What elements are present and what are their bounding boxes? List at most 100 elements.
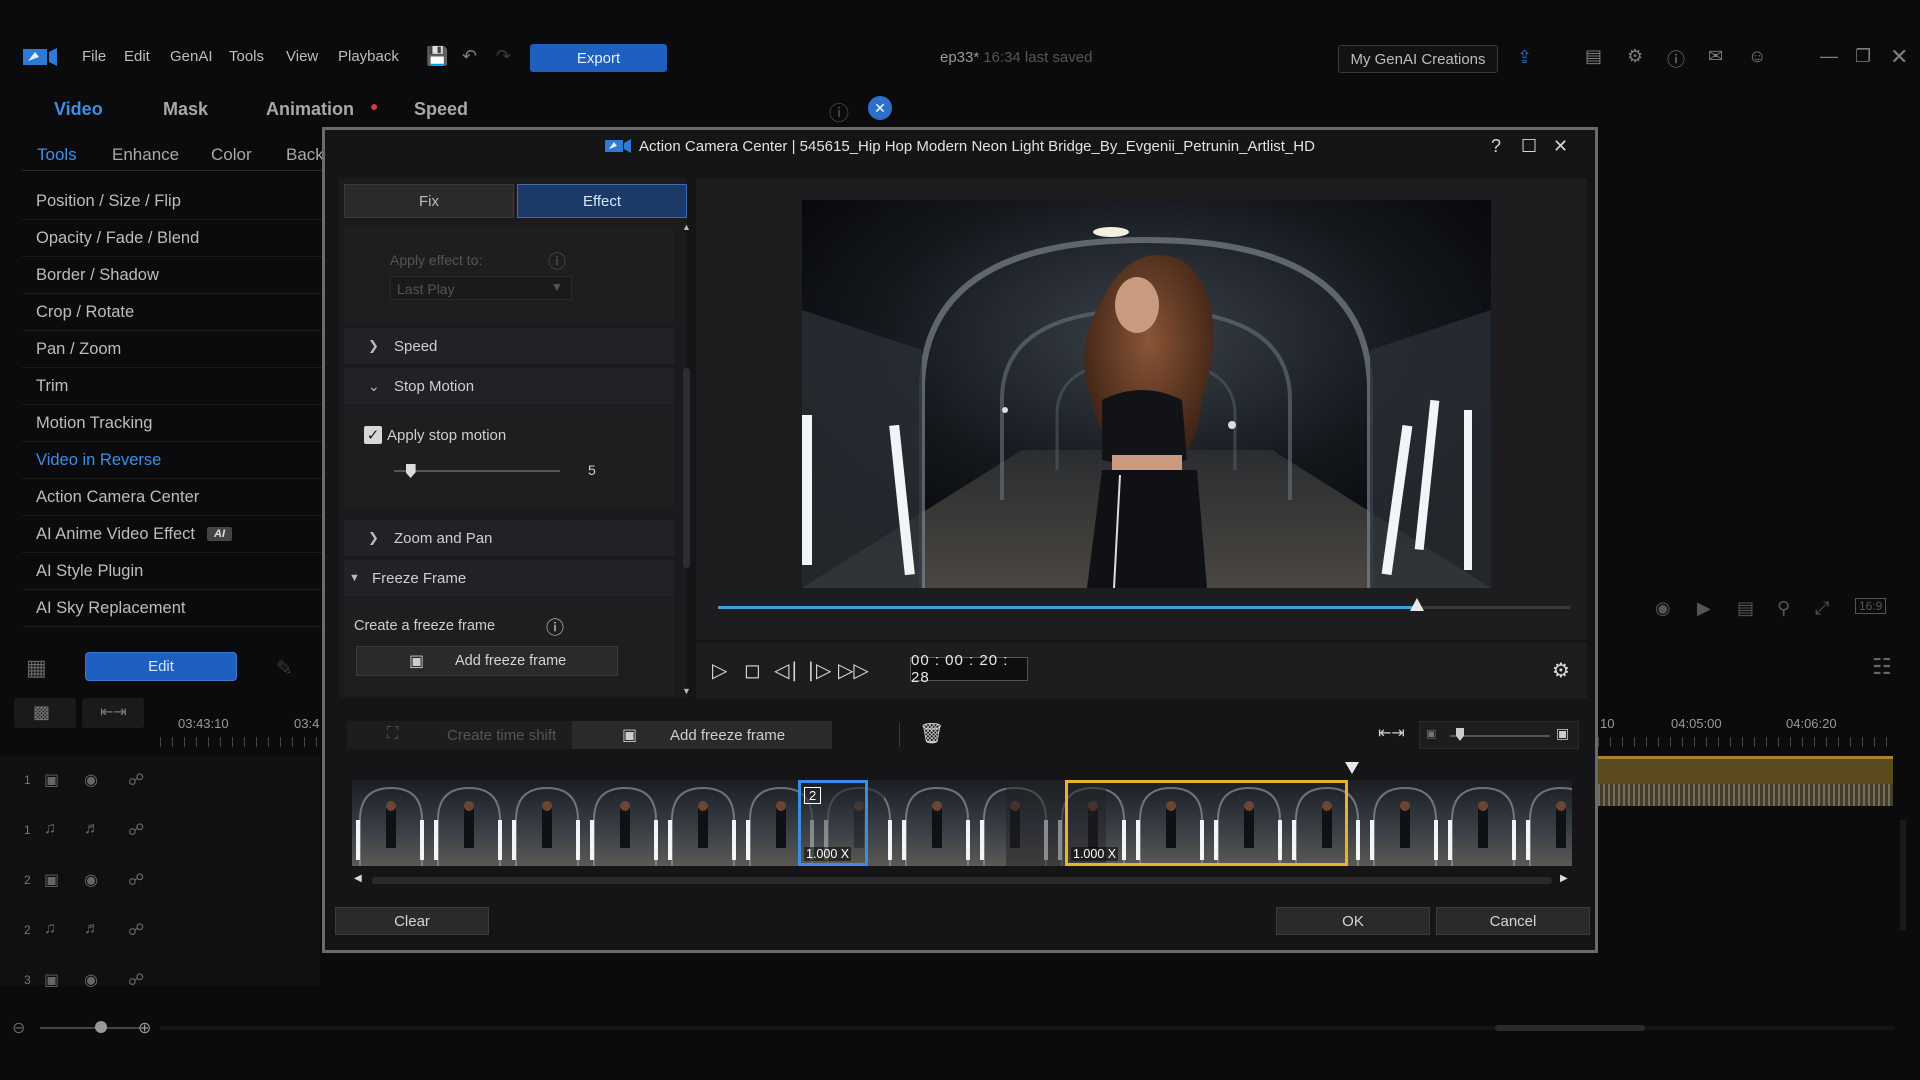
- tool-border-shadow[interactable]: Border / Shadow: [22, 257, 322, 294]
- play-icon[interactable]: ▷: [712, 658, 727, 683]
- previous-frame-icon[interactable]: ◁∣: [774, 658, 799, 683]
- tool-position-size-flip[interactable]: Position / Size / Flip: [22, 183, 322, 220]
- info-icon[interactable]: ⓘ: [548, 248, 566, 274]
- fullscreen-icon[interactable]: ⤢: [1815, 598, 1829, 619]
- eye-icon[interactable]: ◉: [84, 970, 98, 990]
- tool-ai-sky-replacement[interactable]: AI Sky Replacement: [22, 590, 322, 627]
- menu-view[interactable]: View: [286, 48, 318, 65]
- lock-icon[interactable]: ☍: [128, 920, 144, 940]
- freeze-frame-segment[interactable]: 1.000 X: [1065, 780, 1348, 866]
- account-icon[interactable]: ☺: [1748, 46, 1766, 67]
- add-freeze-frame-toolbar-button[interactable]: ▣ Add freeze frame: [572, 721, 832, 749]
- fast-forward-icon[interactable]: ▷▷: [838, 658, 869, 683]
- dialog-close-icon[interactable]: ✕: [1553, 136, 1568, 157]
- tool-video-in-reverse[interactable]: Video in Reverse: [22, 442, 322, 479]
- timecode-display[interactable]: 00 : 00 : 20 : 28: [910, 652, 1028, 686]
- help-circle-icon[interactable]: ⓘ: [829, 97, 849, 126]
- close-app-icon[interactable]: ✕: [1890, 44, 1908, 70]
- speaker-icon[interactable]: ♬: [84, 920, 100, 938]
- section-stop-motion[interactable]: ⌄ Stop Motion: [344, 368, 674, 404]
- subtab-tools[interactable]: Tools: [37, 145, 77, 165]
- zoom-icon[interactable]: ⚲: [1777, 598, 1790, 619]
- eye-icon[interactable]: ◉: [84, 770, 98, 790]
- close-panel-icon[interactable]: ✕: [868, 96, 892, 120]
- tab-video[interactable]: Video: [54, 99, 103, 120]
- zoom-in-icon[interactable]: ⊕: [138, 1018, 151, 1038]
- save-icon[interactable]: 💾: [426, 46, 448, 67]
- tab-effect[interactable]: Effect: [517, 184, 687, 218]
- strip-playhead[interactable]: [1345, 762, 1359, 774]
- scroll-down-icon[interactable]: ▼: [682, 686, 691, 696]
- tab-speed[interactable]: Speed: [414, 99, 468, 120]
- minimize-icon[interactable]: —: [1820, 46, 1838, 67]
- snapshot-icon[interactable]: ◉: [1655, 598, 1671, 619]
- redo-icon[interactable]: ↷: [496, 46, 511, 67]
- tool-pan-zoom[interactable]: Pan / Zoom: [22, 331, 322, 368]
- video-preview[interactable]: [802, 200, 1491, 588]
- zoom-slider-handle[interactable]: [95, 1021, 107, 1033]
- zoom-out-icon[interactable]: ⊖: [12, 1018, 25, 1038]
- cancel-button[interactable]: Cancel: [1436, 907, 1590, 935]
- vertical-scrollbar[interactable]: [1900, 820, 1906, 930]
- notification-icon[interactable]: ✉: [1708, 46, 1723, 67]
- storyboard-icon[interactable]: ▦: [26, 655, 47, 681]
- apply-effect-dropdown[interactable]: Last Play ▼: [390, 276, 572, 300]
- settings-gear-icon[interactable]: ⚙: [1552, 658, 1570, 683]
- filmstrip-scrollbar[interactable]: ◀ ▶: [352, 873, 1572, 887]
- tool-crop-rotate[interactable]: Crop / Rotate: [22, 294, 322, 331]
- playback-mode-icon[interactable]: ▶: [1697, 598, 1711, 619]
- time-shift-segment[interactable]: 2 1.000 X: [798, 780, 868, 866]
- gear-icon[interactable]: ⚙: [1627, 46, 1643, 67]
- edit-button[interactable]: Edit: [85, 652, 237, 681]
- video-filmstrip[interactable]: 2 1.000 X 1.000 X: [352, 780, 1572, 866]
- clear-button[interactable]: Clear: [335, 907, 489, 935]
- scrollbar-thumb[interactable]: [1495, 1025, 1645, 1031]
- stop-motion-checkbox[interactable]: ✓: [364, 426, 382, 444]
- timeline-settings-icon[interactable]: ☷: [1872, 654, 1892, 680]
- tool-ai-style-plugin[interactable]: AI Style Plugin: [22, 553, 322, 590]
- create-time-shift-button[interactable]: ⛶ Create time shift: [347, 721, 607, 749]
- help-icon[interactable]: ⓘ: [1667, 46, 1685, 72]
- playback-progress-bar[interactable]: [718, 598, 1570, 611]
- tab-fix[interactable]: Fix: [344, 184, 514, 218]
- pen-icon[interactable]: ✎: [276, 656, 293, 681]
- tool-action-camera-center[interactable]: Action Camera Center: [22, 479, 322, 516]
- section-speed[interactable]: ❯ Speed: [344, 328, 674, 364]
- scroll-right-icon[interactable]: ▶: [1560, 873, 1568, 884]
- my-genai-creations-button[interactable]: My GenAI Creations: [1338, 45, 1498, 73]
- lock-icon[interactable]: ☍: [128, 970, 144, 990]
- lock-icon[interactable]: ☍: [128, 820, 144, 840]
- subtab-color[interactable]: Color: [211, 145, 252, 165]
- section-zoom-and-pan[interactable]: ❯ Zoom and Pan: [344, 520, 674, 556]
- menu-genai[interactable]: GenAI: [170, 48, 213, 65]
- speaker-icon[interactable]: ♬: [84, 820, 100, 838]
- stop-icon[interactable]: ◻: [744, 658, 761, 683]
- scroll-left-icon[interactable]: ◀: [354, 873, 362, 884]
- scroll-up-icon[interactable]: ▲: [682, 222, 691, 232]
- menu-playback[interactable]: Playback: [338, 48, 399, 65]
- undo-icon[interactable]: ↶: [462, 46, 477, 67]
- add-freeze-frame-button[interactable]: ▣ Add freeze frame: [356, 646, 618, 676]
- restore-icon[interactable]: ❐: [1855, 46, 1871, 67]
- tool-ai-anime-video-effect[interactable]: AI Anime Video Effect AI: [22, 516, 322, 553]
- tool-trim[interactable]: Trim: [22, 368, 322, 405]
- tab-animation[interactable]: Animation: [266, 99, 354, 120]
- progress-handle[interactable]: [1409, 598, 1424, 611]
- export-button[interactable]: Export: [530, 44, 667, 72]
- scrollbar-thumb[interactable]: [372, 877, 1552, 884]
- settings-scrollbar[interactable]: ▲ ▼: [682, 222, 691, 696]
- dialog-help-icon[interactable]: ?: [1491, 136, 1501, 157]
- tool-opacity-fade-blend[interactable]: Opacity / Fade / Blend: [22, 220, 322, 257]
- next-frame-icon[interactable]: ∣▷: [806, 658, 831, 683]
- subtitle-icon[interactable]: ▤: [1737, 598, 1754, 619]
- lock-icon[interactable]: ☍: [128, 870, 144, 890]
- tab-mask[interactable]: Mask: [163, 99, 208, 120]
- menu-tools[interactable]: Tools: [229, 48, 264, 65]
- slider-handle[interactable]: [1456, 728, 1464, 741]
- subtab-enhance[interactable]: Enhance: [112, 145, 179, 165]
- slider-handle[interactable]: [405, 464, 416, 478]
- dialog-maximize-icon[interactable]: ☐: [1521, 136, 1537, 157]
- menu-edit[interactable]: Edit: [124, 48, 150, 65]
- section-freeze-frame[interactable]: ▼ Freeze Frame: [344, 560, 674, 596]
- eye-icon[interactable]: ◉: [84, 870, 98, 890]
